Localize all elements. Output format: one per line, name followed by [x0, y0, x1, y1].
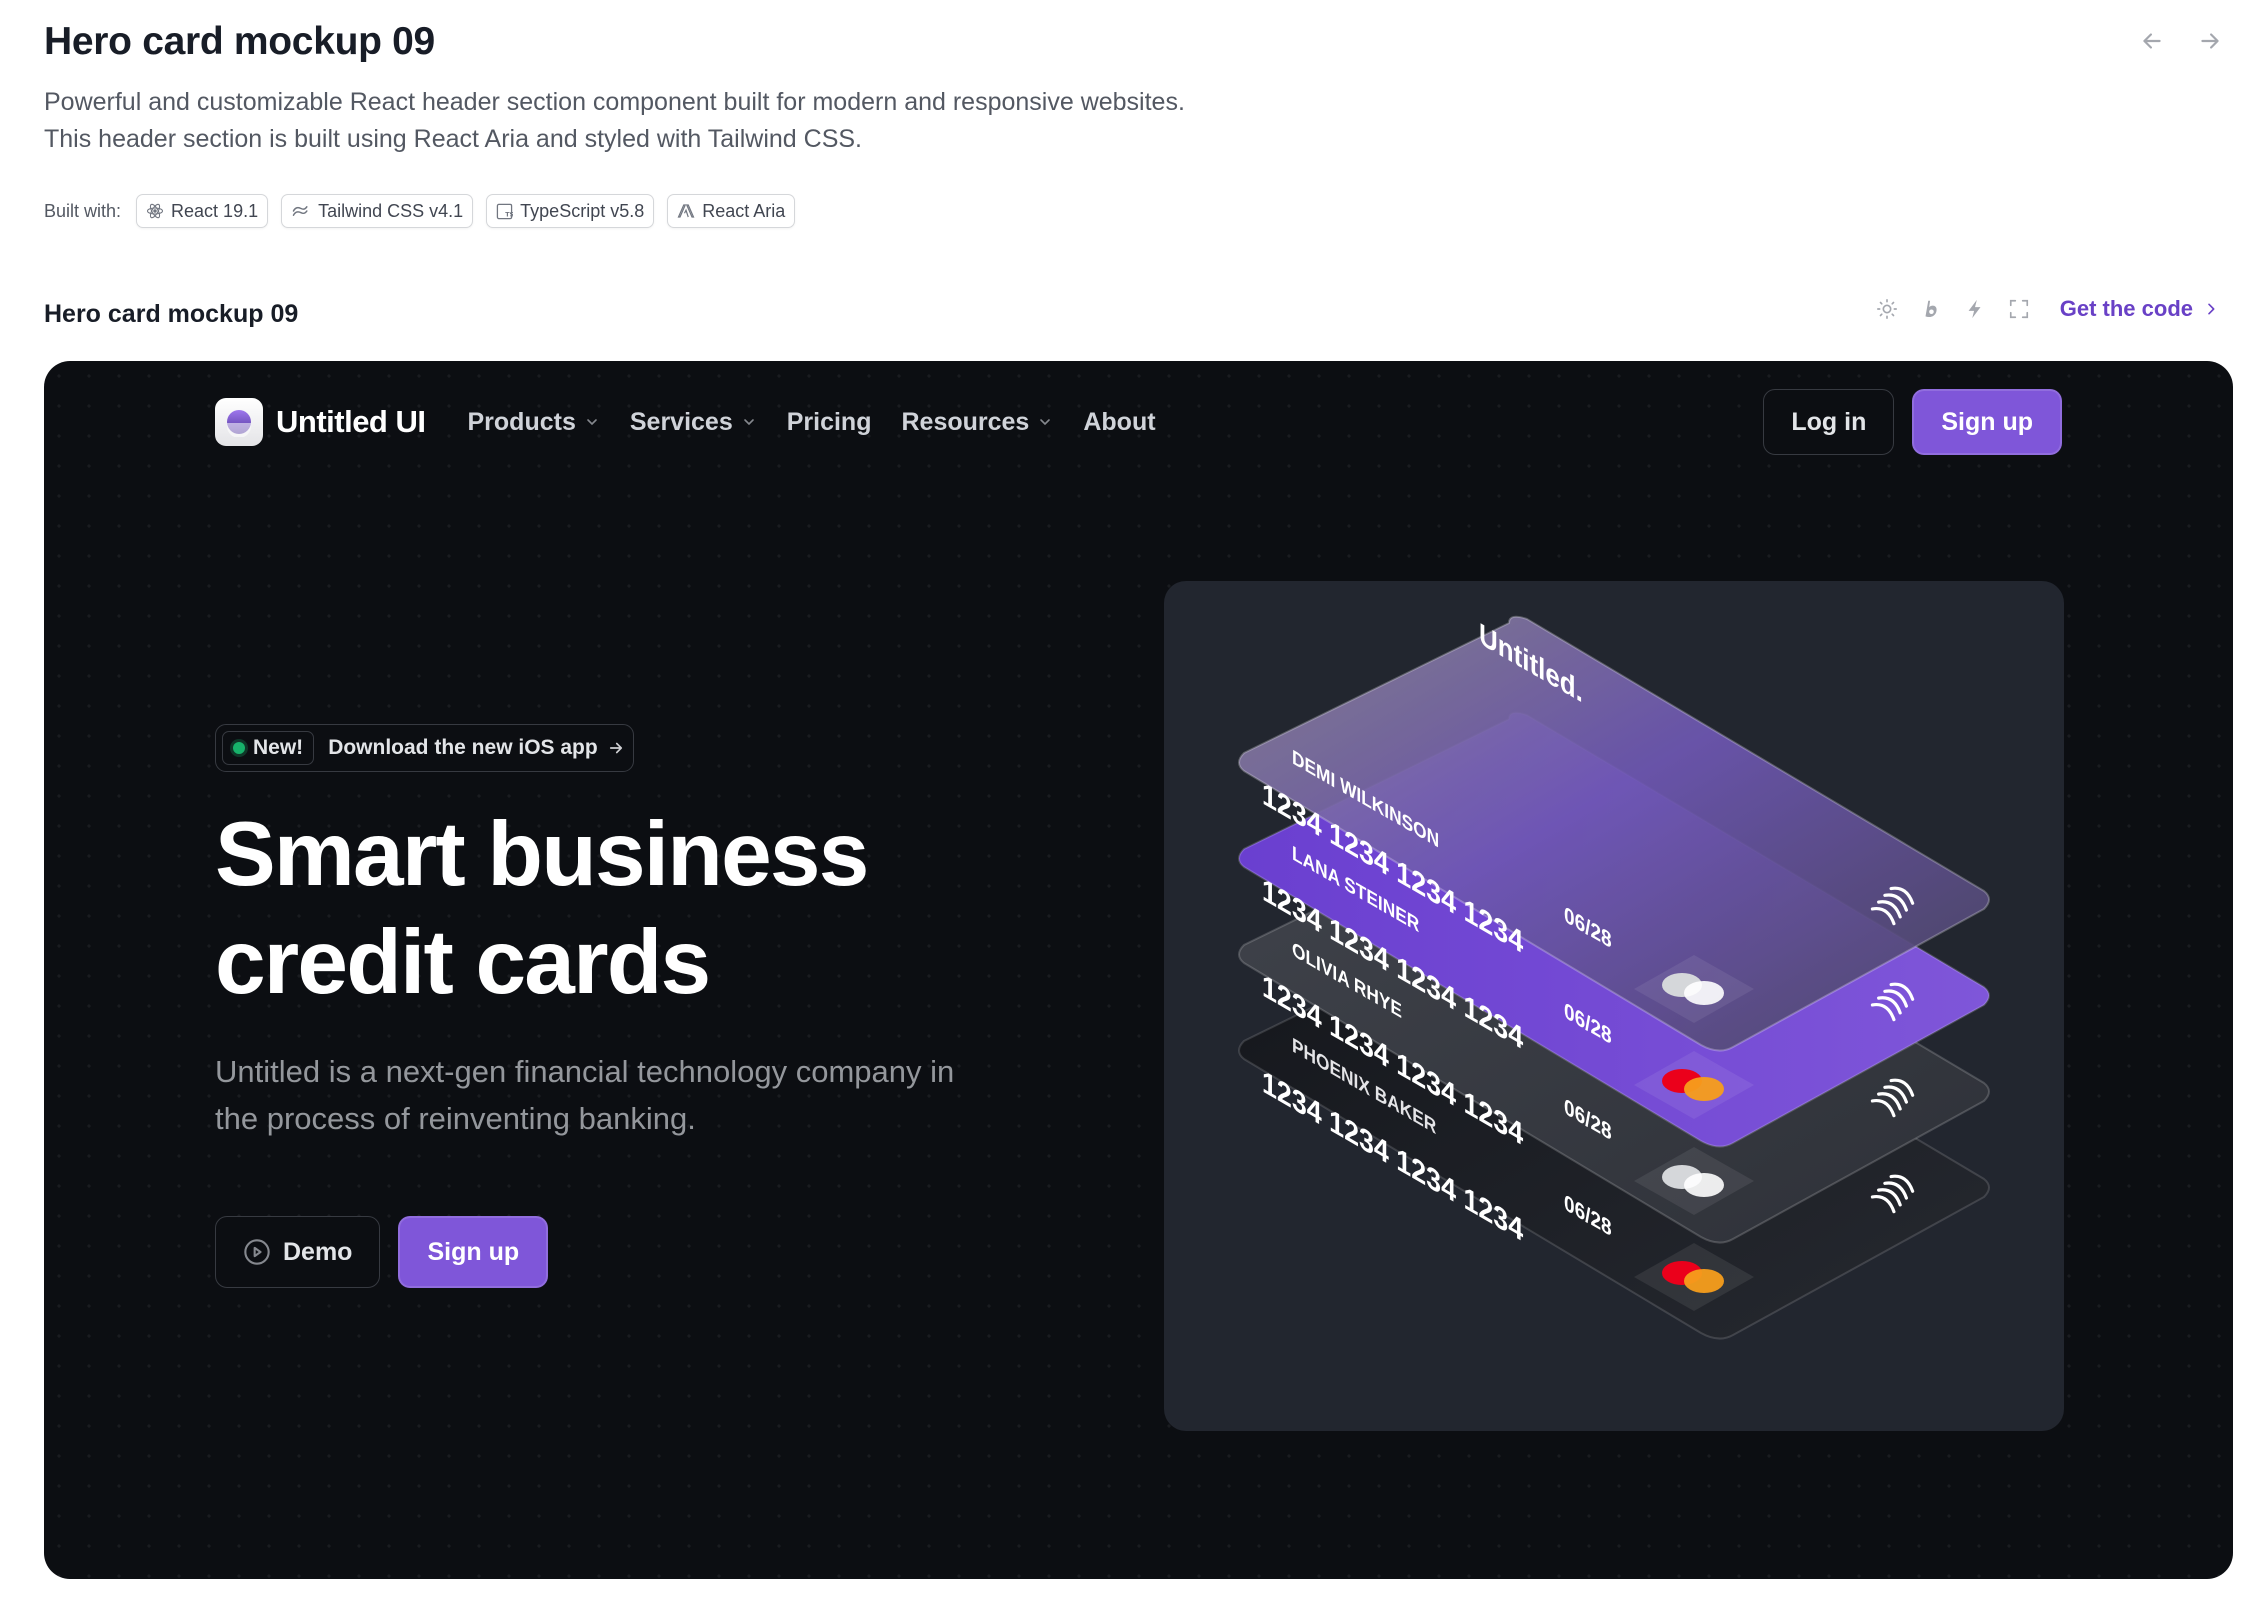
fullscreen-icon[interactable] [2006, 296, 2032, 322]
hero-title-line: credit cards [215, 912, 711, 1013]
card-stack-illustration: PHOENIX BAKER1234 1234 1234 1234 06/28OLI… [1238, 615, 1990, 1340]
nav-label: Pricing [786, 407, 872, 436]
nav-label: Resources [901, 407, 1030, 436]
hero-signup-button[interactable]: Sign up [398, 1216, 549, 1288]
nav-label: Services [629, 407, 733, 436]
built-with-row: Built with: React 19.1 Tailwind CSS v4.1… [44, 194, 796, 228]
nav-item-resources[interactable]: Resources [901, 408, 1053, 437]
chevron-right-icon [2208, 303, 2215, 315]
badge-new-label: New! [253, 736, 304, 759]
badge-new: New! [222, 731, 315, 765]
card-mockup: PHOENIX BAKER 1234 1234 1234 1234 06/28 OLI… [1164, 581, 2064, 1431]
chevron-down-icon [743, 419, 754, 426]
nav-item-pricing[interactable]: Pricing [787, 408, 872, 437]
arrow-left-icon[interactable] [2137, 26, 2167, 56]
badge-label: TypeScript v5.8 [520, 200, 645, 221]
badge-react[interactable]: React 19.1 [136, 194, 269, 228]
bolt-b-icon[interactable] [1918, 296, 1944, 322]
logo[interactable]: Untitled UI [215, 398, 426, 446]
nav-label: Products [467, 407, 576, 436]
get-code-label: Get the code [2059, 296, 2193, 321]
page-description: Powerful and customizable React header s… [44, 88, 1185, 153]
page-pagination [2137, 26, 2225, 56]
tailwind-icon [292, 206, 308, 216]
badge-message-label: Download the new iOS app [328, 736, 598, 759]
svg-text:TS: TS [505, 210, 513, 218]
hero-title: Smart business credit cards [215, 801, 975, 1017]
badge-tailwind[interactable]: Tailwind CSS v4.1 [281, 194, 474, 228]
section-toolbar: Get the code [1874, 296, 2219, 322]
get-code-link[interactable]: Get the code [2060, 296, 2219, 322]
badge-label: React 19.1 [171, 200, 259, 221]
react-icon [147, 203, 164, 219]
arrow-right-icon[interactable] [2195, 26, 2225, 56]
announcement-badge[interactable]: New! Download the new iOS app [215, 724, 634, 772]
adobe-icon [677, 204, 695, 218]
nav-actions: Log in Sign up [1763, 389, 2062, 455]
hero-subtitle: Untitled is a next-gen financial technol… [215, 1054, 955, 1136]
typescript-icon: TS [496, 203, 513, 219]
nav-item-services[interactable]: Services [630, 408, 757, 437]
signup-button[interactable]: Sign up [1912, 389, 2062, 455]
built-with-label: Built with: [44, 200, 122, 221]
demo-label: Demo [283, 1237, 353, 1266]
status-dot [233, 742, 245, 754]
nav-links: Products Services Pricing Resources Abou… [468, 408, 1156, 437]
chevron-down-icon [587, 419, 597, 426]
play-circle-icon [244, 1239, 270, 1265]
chevron-down-icon [1040, 419, 1051, 426]
nav-item-about[interactable]: About [1083, 408, 1155, 437]
sun-icon[interactable] [1874, 296, 1900, 322]
nav-label: About [1083, 407, 1156, 436]
hero-cta: Demo Sign up [215, 1216, 549, 1288]
section-title: Hero card mockup 09 [44, 300, 299, 328]
badge-typescript[interactable]: TS TypeScript v5.8 [486, 194, 655, 228]
preview-frame: Untitled UI Products Services Pricing Re… [44, 361, 2233, 1579]
header-navbar: Untitled UI Products Services Pricing Re… [215, 389, 2062, 455]
arrow-right-icon [609, 742, 622, 754]
logo-text: Untitled UI [276, 404, 426, 439]
badge-label: Tailwind CSS v4.1 [318, 200, 464, 221]
nav-item-products[interactable]: Products [468, 408, 600, 437]
badge-react-aria[interactable]: React Aria [667, 194, 796, 228]
logo-mark-icon [215, 398, 263, 446]
badge-label: React Aria [702, 200, 786, 221]
lightning-icon[interactable] [1962, 296, 1988, 322]
demo-button[interactable]: Demo [215, 1216, 381, 1288]
page-title: Hero card mockup 09 [44, 20, 435, 63]
hero-title-line: Smart business [215, 804, 869, 905]
login-button[interactable]: Log in [1763, 389, 1895, 455]
badge-message: Download the new iOS app [328, 736, 625, 760]
